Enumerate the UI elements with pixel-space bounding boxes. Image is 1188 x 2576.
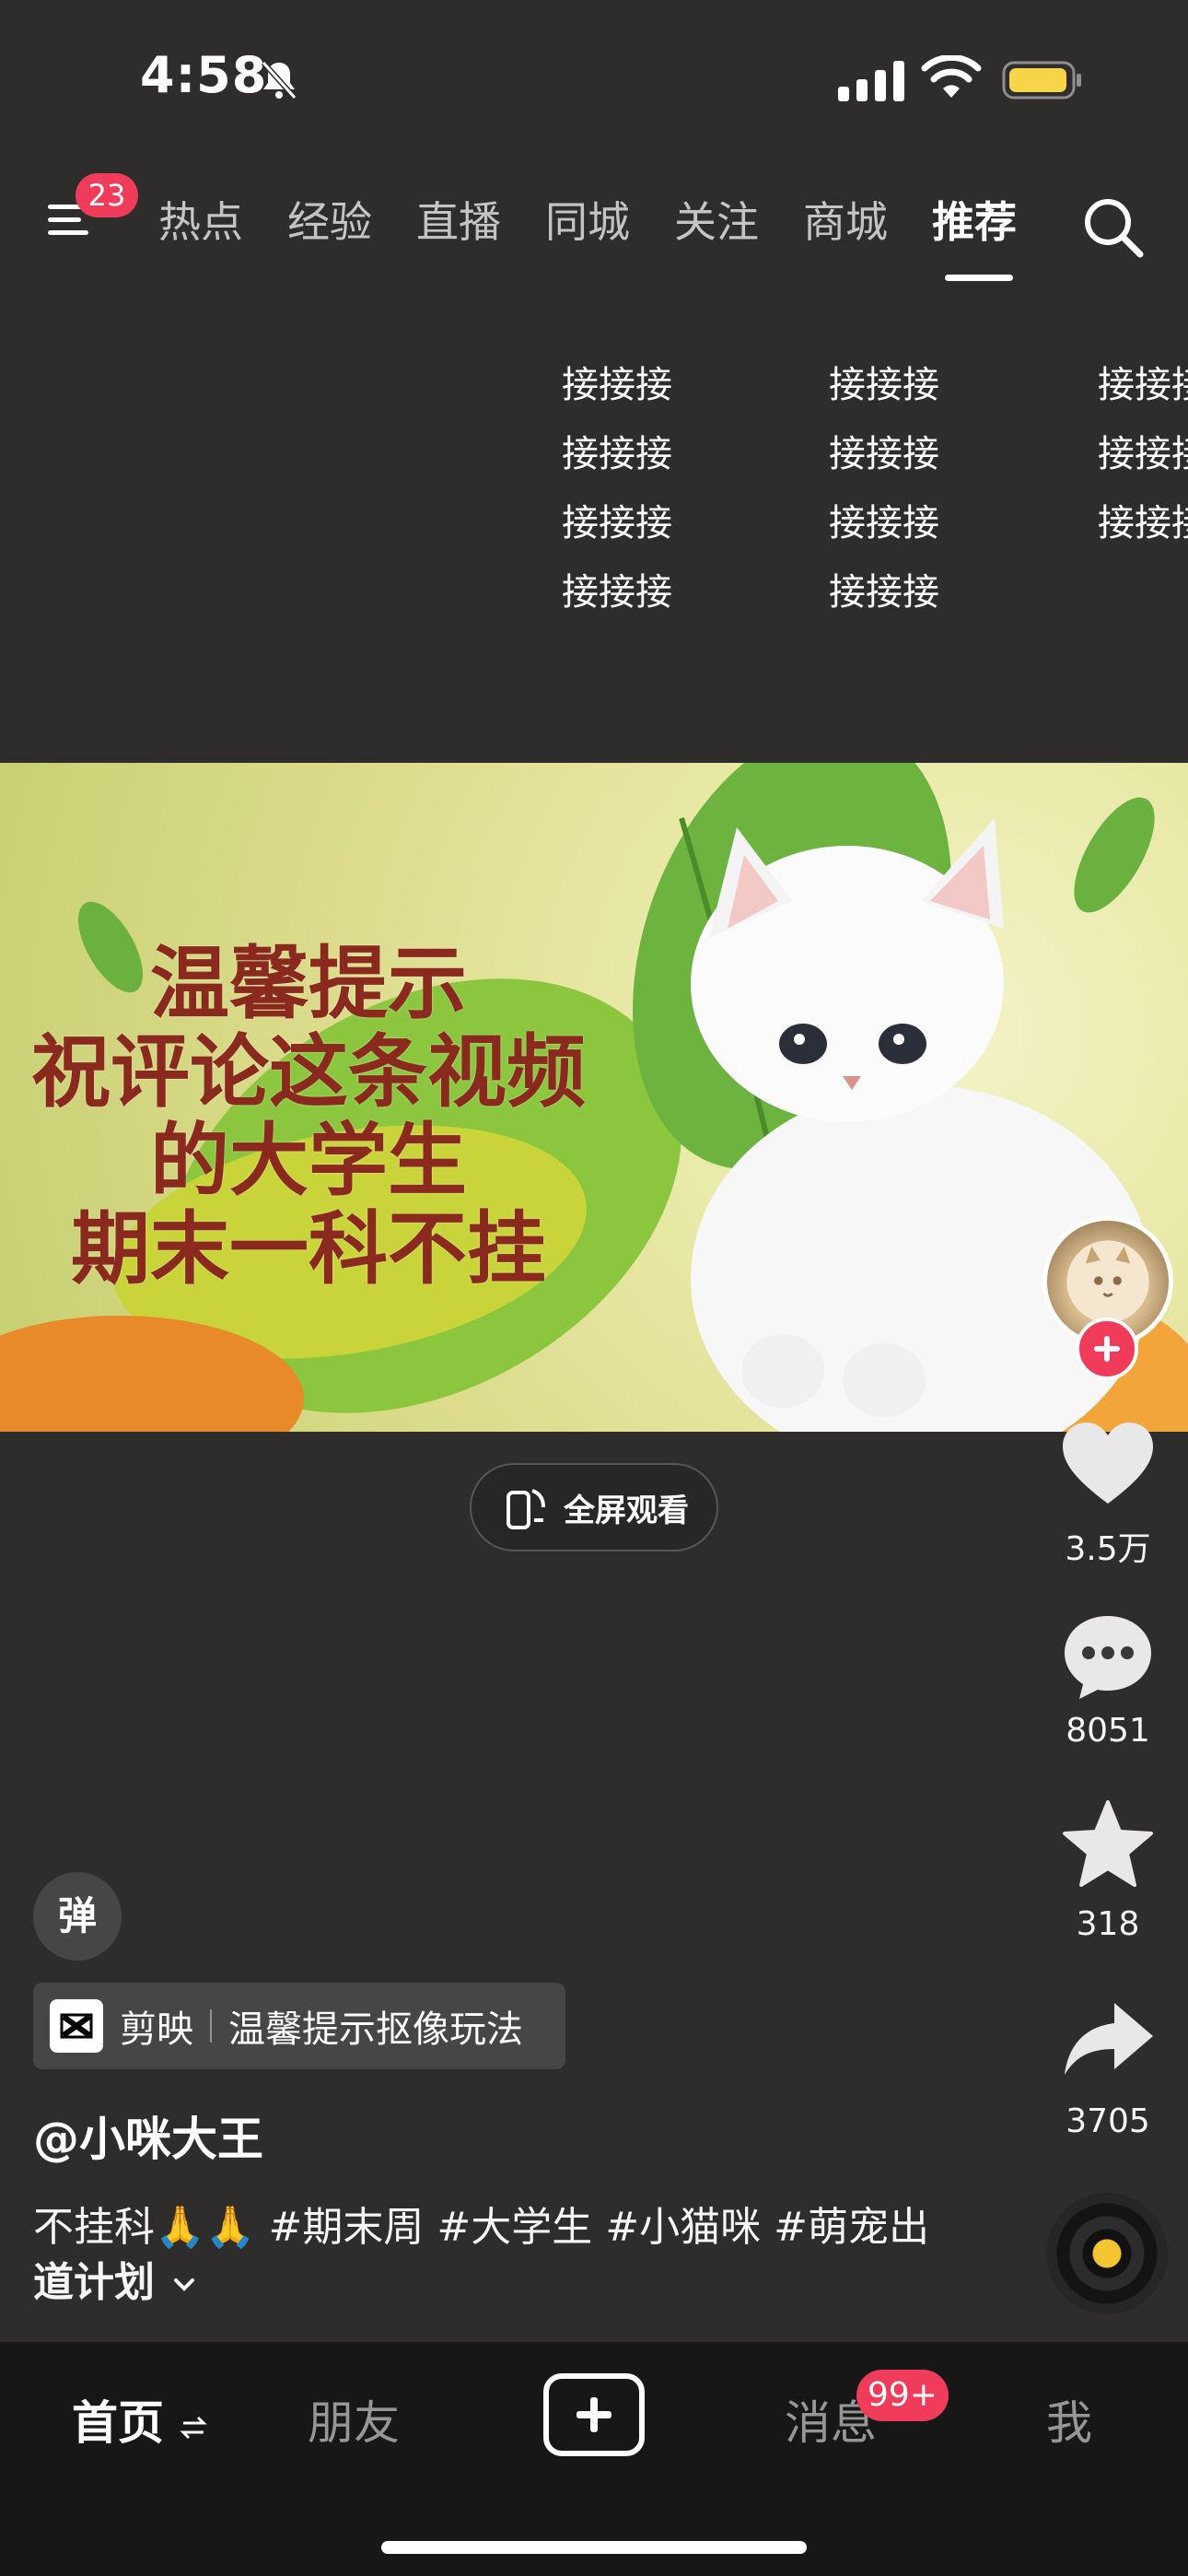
overlay-text: 接接接 (562, 433, 672, 475)
tab-mall[interactable]: 商城 (803, 189, 932, 250)
tab-hot[interactable]: 热点 (158, 189, 287, 250)
home-indicator[interactable] (381, 2541, 807, 2554)
create-post-button[interactable] (543, 2373, 645, 2456)
tab-local[interactable]: 同城 (545, 189, 674, 250)
description-expand[interactable]: 道计划 (33, 2255, 954, 2311)
search-icon[interactable] (1079, 193, 1146, 260)
comment-icon[interactable] (1057, 1610, 1159, 1703)
video-caption-line: 的大学生 (150, 1114, 467, 1207)
overlay-text: 接接接 (1098, 502, 1188, 544)
tab-recommend[interactable]: 推荐 (932, 189, 1061, 250)
overlay-text: 接接接 (562, 571, 672, 614)
nav-home-label: 首页 (72, 2396, 164, 2450)
fullscreen-button[interactable]: 全屏观看 (470, 1463, 718, 1551)
nav-friends[interactable]: 朋友 (308, 2386, 400, 2453)
nav-home[interactable]: 首页 (72, 2386, 208, 2453)
active-tab-indicator (945, 275, 1013, 281)
comment-count: 8051 (1066, 1712, 1150, 1750)
top-tabs: 热点 经验 直播 同城 关注 商城 推荐 (158, 189, 1061, 250)
rotate-screen-icon (507, 1489, 545, 1529)
video-caption-line: 祝评论这条视频 (31, 1025, 586, 1118)
overlay-text: 接接接 (829, 502, 939, 544)
share-count: 3705 (1066, 2102, 1150, 2140)
video-caption-line: 期末一科不挂 (71, 1202, 546, 1295)
tab-experience[interactable]: 经验 (287, 189, 416, 250)
tab-live[interactable]: 直播 (416, 189, 545, 250)
overlay-text: 接接接 (562, 502, 672, 544)
video-description[interactable]: 不挂科🙏🙏 #期末周 #大学生 #小猫咪 #萌宠出 道计划 (33, 2200, 954, 2311)
like-count: 3.5万 (1065, 1530, 1151, 1568)
capcut-template-chip[interactable]: 剪映 温馨提示抠像玩法 (33, 1983, 565, 2069)
chevron-down-icon (174, 2278, 195, 2291)
overlay-text: 接接接 (562, 364, 672, 406)
capcut-app-name: 剪映 (120, 2008, 193, 2051)
follow-button[interactable] (1076, 1317, 1138, 1380)
music-disc-icon[interactable] (1046, 2193, 1168, 2314)
plus-icon (577, 2397, 611, 2432)
overlay-text: 接接接 (829, 433, 939, 475)
overlay-text: 接接接 (1098, 433, 1188, 475)
menu-badge: 23 (76, 173, 138, 217)
description-text-line2: 道计划 (33, 2259, 155, 2306)
messages-badge: 99+ (856, 2370, 949, 2421)
heart-icon[interactable] (1057, 1419, 1159, 1511)
overlay-text: 接接接 (829, 571, 939, 614)
capcut-effect-name: 温馨提示抠像玩法 (228, 2008, 523, 2051)
video-caption: 温馨提示 祝评论这条视频 的大学生 期末一科不挂 (0, 940, 617, 1294)
description-text: 不挂科🙏🙏 #期末周 #大学生 #小猫咪 #萌宠出 (33, 2204, 929, 2251)
star-icon[interactable] (1057, 1798, 1159, 1891)
overlay-text: 接接接 (1098, 364, 1188, 406)
switch-arrows-icon (180, 2416, 208, 2439)
author-name[interactable]: @小咪大王 (33, 2102, 263, 2169)
favorite-count: 318 (1076, 1905, 1140, 1943)
status-time: 4:58 (140, 46, 268, 104)
tab-following[interactable]: 关注 (674, 189, 803, 250)
plus-icon (1094, 1336, 1120, 1362)
silent-bell-icon (261, 60, 297, 100)
chip-divider (210, 2009, 212, 2043)
battery-icon (1002, 61, 1081, 100)
overlay-text: 接接接 (829, 364, 939, 406)
fullscreen-label: 全屏观看 (564, 1492, 689, 1529)
danmaku-button[interactable]: 弹 (33, 1872, 122, 1961)
cellular-signal-icon (838, 61, 904, 101)
share-icon[interactable] (1057, 1996, 1159, 2088)
wifi-icon (921, 55, 982, 98)
nav-me[interactable]: 我 (1046, 2386, 1092, 2453)
video-caption-line: 温馨提示 (150, 937, 467, 1030)
capcut-logo-icon (50, 1999, 103, 2053)
